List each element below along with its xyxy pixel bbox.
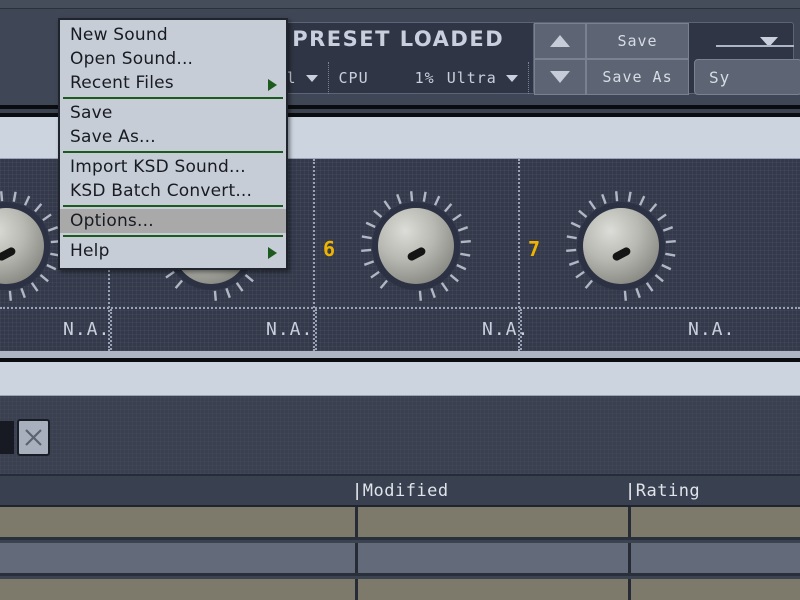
- knob-number-7: 7: [528, 237, 541, 261]
- save-button[interactable]: Save: [586, 23, 689, 59]
- knob-pointer-icon: [0, 246, 17, 262]
- system-button[interactable]: Sy: [694, 59, 800, 95]
- window-top-strip: [0, 0, 800, 9]
- menu-item-label: Recent Files: [70, 73, 174, 93]
- menu-item-options[interactable]: Options...: [60, 209, 286, 233]
- browser-table-header: |Modified |Rating: [0, 476, 800, 507]
- menu-item-label: New Sound: [70, 25, 168, 45]
- submenu-arrow-icon: [268, 79, 277, 91]
- save-as-button[interactable]: Save As: [586, 59, 689, 95]
- knob-4[interactable]: [0, 187, 65, 305]
- column-divider: [628, 507, 631, 537]
- menu-item-new-sound[interactable]: New Sound: [60, 23, 286, 47]
- menu-item-label: Save As...: [70, 127, 156, 147]
- divider-line: [716, 45, 794, 47]
- column-divider: [355, 579, 358, 600]
- menu-item-label: Save: [70, 103, 113, 123]
- triangle-up-icon: [550, 35, 570, 47]
- knob-body: [583, 208, 659, 284]
- browser-left-stub: [0, 421, 14, 454]
- knob-number-6: 6: [323, 237, 336, 261]
- triangle-down-icon: [550, 71, 570, 83]
- menu-item-import-ksd-sound[interactable]: Import KSD Sound...: [60, 155, 286, 179]
- cpu-value: 1%: [414, 69, 435, 87]
- submenu-arrow-icon: [268, 247, 277, 259]
- browser-table-body: [0, 507, 800, 600]
- column-divider: [628, 543, 631, 573]
- column-divider: [628, 579, 631, 600]
- file-menu[interactable]: New Sound Open Sound... Recent Files Save Sa…: [58, 18, 288, 270]
- knob-pointer-icon: [611, 246, 632, 262]
- menu-item-recent-files[interactable]: Recent Files: [60, 71, 286, 95]
- knob-6[interactable]: [357, 187, 475, 305]
- column-divider: [355, 543, 358, 573]
- column-header-rating[interactable]: |Rating: [625, 481, 700, 501]
- preset-up-button[interactable]: [534, 23, 586, 59]
- menu-item-label: Options...: [70, 211, 154, 231]
- preset-nav-save-cluster: Save Save As: [533, 22, 689, 95]
- cpu-cell: CPU 1% Ultra: [329, 62, 529, 94]
- menu-item-label: Import KSD Sound...: [70, 157, 246, 177]
- menu-item-save-as[interactable]: Save As...: [60, 125, 286, 149]
- knob-pointer-icon: [406, 246, 427, 262]
- menu-item-label: Open Sound...: [70, 49, 194, 69]
- knob-body: [378, 208, 454, 284]
- menu-separator: [63, 205, 283, 207]
- menu-item-label: Help: [70, 241, 110, 261]
- chevron-down-icon: [305, 74, 318, 82]
- browser-toolbar: [0, 396, 800, 476]
- quality-value: Ultra: [446, 69, 497, 87]
- menu-separator: [63, 151, 283, 153]
- table-row[interactable]: [0, 579, 800, 600]
- menu-separator: [63, 235, 283, 237]
- toolbar-band-lower: [0, 358, 800, 396]
- table-row[interactable]: [0, 543, 800, 576]
- menu-item-help[interactable]: Help: [60, 239, 286, 263]
- close-icon: [25, 429, 42, 446]
- menu-separator: [63, 97, 283, 99]
- cpu-label: CPU: [338, 69, 369, 87]
- chevron-down-icon[interactable]: [505, 74, 518, 82]
- column-divider: [355, 507, 358, 537]
- close-button[interactable]: [17, 419, 50, 456]
- toolbar-band-lower-shadow: [0, 351, 800, 358]
- knob-value-6: N.A.: [482, 319, 530, 340]
- knob-value-5: N.A.: [266, 319, 314, 340]
- knob-value-row: N.A. N.A. N.A. N.A.: [0, 307, 800, 351]
- preset-down-button[interactable]: [534, 59, 586, 95]
- knob-7[interactable]: [562, 187, 680, 305]
- knob-value-4: N.A.: [63, 319, 111, 340]
- menu-item-save[interactable]: Save: [60, 101, 286, 125]
- table-row[interactable]: [0, 507, 800, 540]
- menu-item-open-sound[interactable]: Open Sound...: [60, 47, 286, 71]
- knob-value-7: N.A.: [688, 319, 736, 340]
- menu-item-ksd-batch-convert[interactable]: KSD Batch Convert...: [60, 179, 286, 203]
- column-header-modified[interactable]: |Modified: [352, 481, 449, 501]
- menu-item-label: KSD Batch Convert...: [70, 181, 253, 201]
